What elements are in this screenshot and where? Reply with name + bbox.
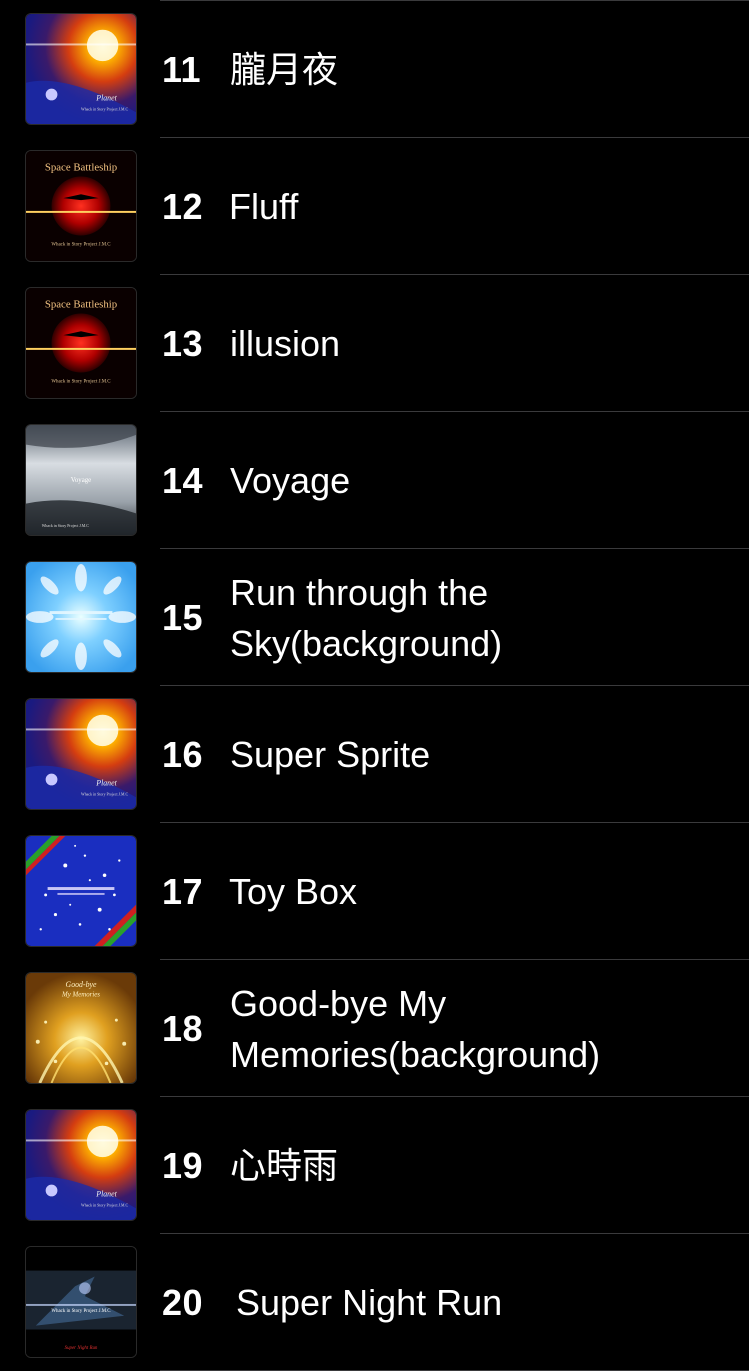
- track-number: 13: [162, 323, 204, 364]
- album-artwork: [25, 835, 137, 947]
- svg-text:Whack in Story Project J.M.C: Whack in Story Project J.M.C: [81, 107, 128, 111]
- track-title: Super Sprite: [230, 686, 740, 823]
- track-title: Fluff: [229, 138, 739, 275]
- svg-text:Space Battleship: Space Battleship: [45, 162, 117, 174]
- track-number: 15: [162, 597, 204, 638]
- track-title-text: Toy Box: [229, 871, 358, 912]
- album-artwork: Space Battleship Whack in Story Project …: [25, 287, 137, 399]
- track-title: Toy Box: [229, 823, 739, 960]
- album-artwork: Voyage Whack in Story Project J.M.C: [25, 424, 137, 536]
- track-title: 心時雨: [230, 1097, 740, 1234]
- track-title-text: Run through the Sky(background): [230, 571, 503, 664]
- svg-text:Whack in Story Project J.M.C: Whack in Story Project J.M.C: [51, 379, 110, 384]
- track-title-text: 心時雨: [230, 1145, 339, 1186]
- track-title-text: Super Sprite: [230, 734, 431, 775]
- svg-text:Whack in Story Project J.M.C: Whack in Story Project J.M.C: [51, 242, 110, 247]
- track-number: 16: [162, 734, 204, 775]
- track-title-text: Good-bye My Memories(background): [230, 982, 601, 1075]
- album-artwork: Space Battleship Whack in Story Project …: [25, 150, 137, 262]
- track-row[interactable]: 17 Toy Box: [0, 823, 749, 960]
- track-number: 14: [162, 460, 204, 501]
- album-artwork: Whack in Story Project J.M.C Super Night…: [25, 1246, 137, 1358]
- track-title: Run through the Sky(background): [230, 549, 740, 686]
- album-artwork: [25, 561, 137, 673]
- svg-text:Voyage: Voyage: [71, 477, 91, 484]
- svg-text:Good-bye: Good-bye: [66, 980, 97, 989]
- track-row[interactable]: Space Battleship Whack in Story Project …: [0, 275, 749, 412]
- svg-text:My Memories: My Memories: [61, 992, 100, 999]
- track-number: 20: [162, 1282, 204, 1323]
- track-row[interactable]: Planet Whack in Story Project J.M.C 16 Su…: [0, 686, 749, 823]
- album-artwork: Planet Whack in Story Project J.M.C: [25, 13, 137, 125]
- track-row[interactable]: Space Battleship Whack in Story Project …: [0, 138, 749, 275]
- album-artwork: Planet Whack in Story Project J.M.C: [25, 698, 137, 810]
- track-number: 19: [162, 1145, 204, 1186]
- track-title-text: Super Night Run: [236, 1282, 503, 1323]
- track-title-text: 朧月夜: [230, 49, 339, 90]
- svg-text:Planet: Planet: [95, 778, 117, 787]
- track-number: 17: [162, 871, 204, 912]
- track-title: illusion: [230, 275, 740, 412]
- track-number: 11: [162, 49, 202, 90]
- track-title-text: Voyage: [230, 460, 351, 501]
- svg-text:Whack in Story Project J.M.C: Whack in Story Project J.M.C: [42, 524, 89, 528]
- svg-text:Whack in Story Project J.M.C: Whack in Story Project J.M.C: [81, 792, 128, 796]
- track-title: 朧月夜: [230, 1, 740, 138]
- track-row[interactable]: 15 Run through the Sky(background): [0, 549, 749, 686]
- track-row[interactable]: Voyage Whack in Story Project J.M.C 14 Vo…: [0, 412, 749, 549]
- track-number: 18: [162, 1008, 204, 1049]
- track-title: Voyage: [230, 412, 740, 549]
- svg-text:Planet: Planet: [95, 1189, 117, 1198]
- track-title: Super Night Run: [236, 1234, 746, 1371]
- track-row[interactable]: Planet Whack in Story Project J.M.C 19 心時…: [0, 1097, 749, 1234]
- track-title-text: Fluff: [229, 186, 299, 227]
- album-artwork: Planet Whack in Story Project J.M.C: [25, 1109, 137, 1221]
- track-list: Planet Whack in Story Project J.M.C 11 朧月…: [0, 0, 749, 1371]
- track-title: Good-bye My Memories(background): [230, 960, 740, 1097]
- track-row[interactable]: Good-bye My Memories 18 Good-bye My Memor…: [0, 960, 749, 1097]
- svg-text:Whack in Story Project J.M.C: Whack in Story Project J.M.C: [81, 1203, 128, 1207]
- svg-text:Space Battleship: Space Battleship: [45, 299, 117, 311]
- track-title-text: illusion: [230, 323, 341, 364]
- svg-text:Super Night Run: Super Night Run: [65, 1346, 98, 1351]
- track-row[interactable]: Whack in Story Project J.M.C Super Night…: [0, 1234, 749, 1371]
- svg-text:Planet: Planet: [95, 93, 117, 102]
- track-row[interactable]: Planet Whack in Story Project J.M.C 11 朧月…: [0, 1, 749, 138]
- svg-text:Whack in Story Project J.M.C: Whack in Story Project J.M.C: [51, 1309, 110, 1314]
- track-number: 12: [162, 186, 204, 227]
- album-artwork: Good-bye My Memories: [25, 972, 137, 1084]
